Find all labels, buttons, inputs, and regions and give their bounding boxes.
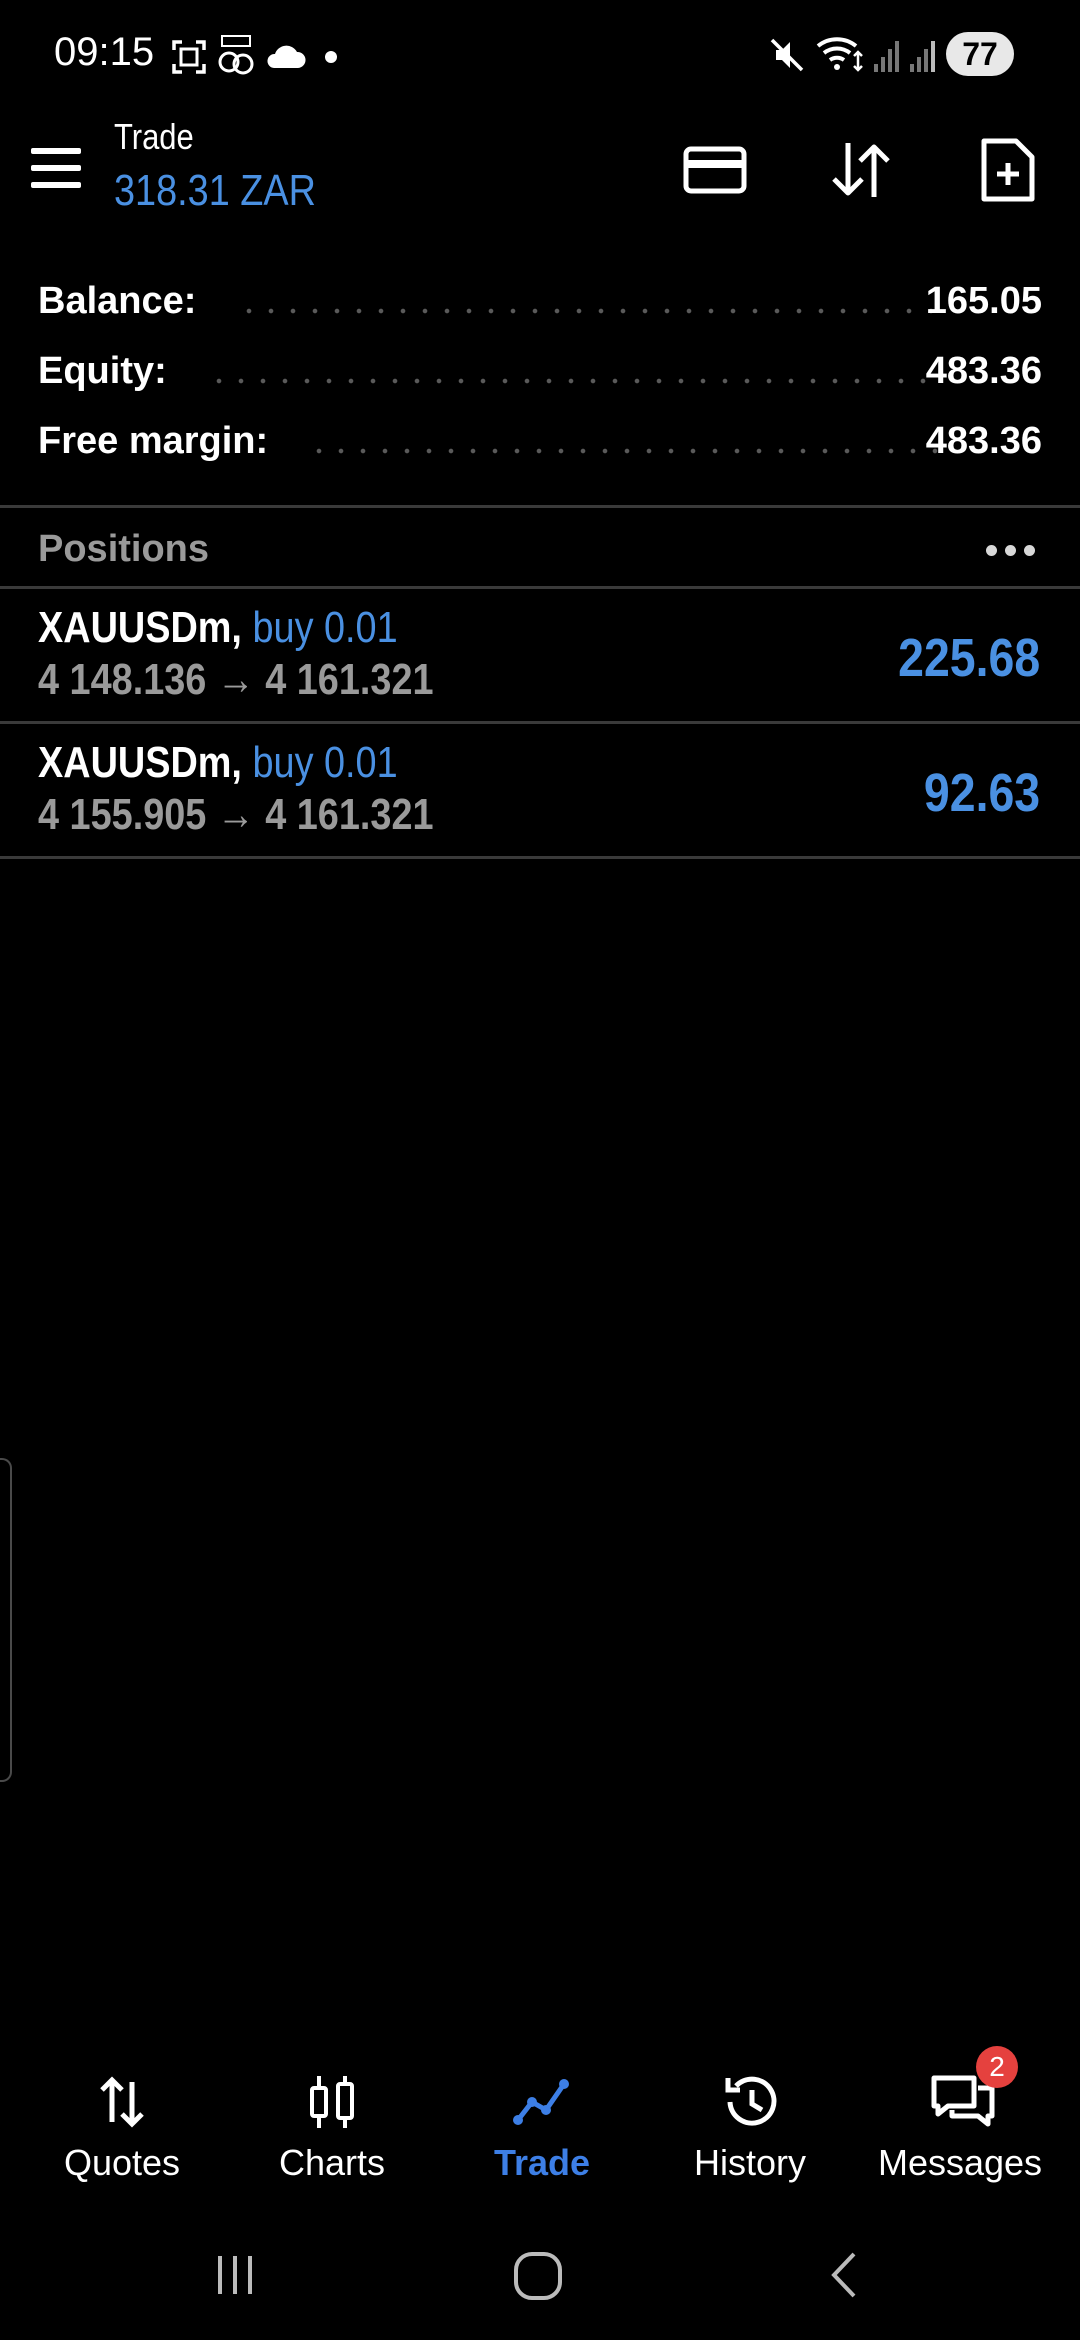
signal-icon bbox=[874, 41, 899, 72]
history-icon bbox=[725, 2076, 777, 2126]
home-icon[interactable] bbox=[512, 2250, 566, 2304]
nav-label: Quotes bbox=[63, 2142, 181, 2183]
dot-leader bbox=[308, 448, 938, 454]
charts-icon bbox=[310, 2076, 354, 2128]
screenshot-icon bbox=[172, 40, 206, 74]
nav-messages[interactable]: Messages bbox=[852, 2050, 1068, 2200]
position-side: buy 0.01 bbox=[252, 603, 398, 652]
nav-trade[interactable]: Trade bbox=[434, 2050, 650, 2200]
position-profit: 92.63 bbox=[923, 763, 1040, 823]
trade-icon bbox=[513, 2079, 569, 2125]
menu-button[interactable] bbox=[28, 146, 84, 190]
messages-badge: 2 bbox=[976, 2046, 1018, 2088]
status-clock: 09:15 bbox=[54, 30, 155, 74]
more-options-icon[interactable] bbox=[986, 545, 1036, 557]
nav-label: Messages bbox=[877, 2142, 1043, 2183]
position-prices: 4 155.905 → 4 161.321 bbox=[38, 790, 434, 839]
status-bar: 09:15 77 bbox=[0, 0, 1080, 110]
dot-icon bbox=[325, 51, 337, 63]
positions-title: Positions bbox=[38, 528, 210, 570]
nav-label: Trade bbox=[493, 2142, 591, 2183]
equity-row: Equity: 483.36 bbox=[38, 350, 1042, 406]
account-profit: 318.31 ZAR bbox=[114, 166, 316, 215]
dot-leader bbox=[208, 378, 938, 384]
edge-panel-handle[interactable] bbox=[0, 1458, 12, 1782]
nav-quotes[interactable]: Quotes bbox=[14, 2050, 230, 2200]
divider bbox=[0, 856, 1080, 859]
signal-icon bbox=[910, 41, 935, 72]
system-nav-bar bbox=[0, 2220, 1080, 2340]
wifi-icon bbox=[816, 37, 863, 72]
back-icon[interactable] bbox=[820, 2250, 870, 2300]
recents-icon[interactable] bbox=[210, 2250, 260, 2300]
balance-label: Balance: bbox=[38, 280, 197, 322]
cloud-icon bbox=[267, 45, 306, 68]
position-prices: 4 148.136 → 4 161.321 bbox=[38, 655, 434, 704]
free-margin-label: Free margin: bbox=[38, 420, 269, 462]
mute-icon bbox=[770, 38, 804, 72]
nav-charts[interactable]: Charts bbox=[224, 2050, 440, 2200]
card-icon[interactable] bbox=[680, 135, 750, 205]
dot-leader bbox=[238, 308, 938, 314]
bottom-nav: Quotes Charts Trade History Messages bbox=[0, 2050, 1080, 2200]
sixty-icon bbox=[218, 35, 254, 75]
battery-indicator: 77 bbox=[946, 32, 1014, 76]
position-profit: 225.68 bbox=[897, 628, 1040, 688]
equity-value: 483.36 bbox=[925, 350, 1042, 392]
free-margin-row: Free margin: 483.36 bbox=[38, 420, 1042, 476]
sort-icon[interactable] bbox=[826, 135, 896, 205]
new-order-icon[interactable] bbox=[972, 135, 1042, 205]
page-title: Trade bbox=[114, 116, 194, 157]
position-symbol: XAUUSDm, bbox=[38, 603, 242, 652]
balance-row: Balance: 165.05 bbox=[38, 280, 1042, 336]
nav-label: History bbox=[693, 2142, 806, 2183]
position-side: buy 0.01 bbox=[252, 738, 398, 787]
position-symbol: XAUUSDm, bbox=[38, 738, 242, 787]
nav-history[interactable]: History bbox=[642, 2050, 858, 2200]
free-margin-value: 483.36 bbox=[925, 420, 1042, 462]
position-row[interactable]: XAUUSDm, buy 0.01 4 148.136 → 4 161.321 … bbox=[0, 589, 1080, 723]
equity-label: Equity: bbox=[38, 350, 167, 392]
position-row[interactable]: XAUUSDm, buy 0.01 4 155.905 → 4 161.321 … bbox=[0, 724, 1080, 858]
nav-label: Charts bbox=[278, 2142, 386, 2183]
quotes-icon bbox=[100, 2076, 144, 2128]
balance-value: 165.05 bbox=[925, 280, 1042, 322]
